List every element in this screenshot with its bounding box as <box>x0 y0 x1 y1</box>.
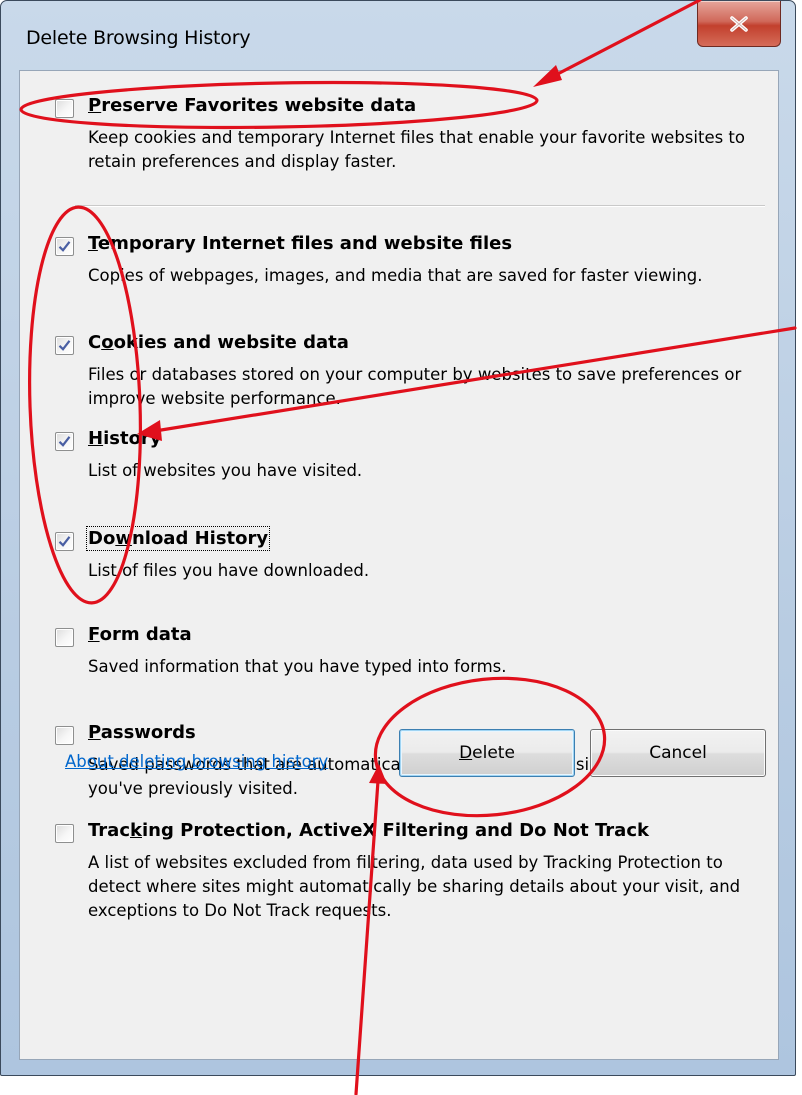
checkmark-icon <box>58 436 71 447</box>
delete-browsing-history-dialog: Delete Browsing History Preserve Favorit… <box>0 0 796 1076</box>
temporary-internet-files-label[interactable]: Temporary Internet files and website fil… <box>88 233 512 254</box>
preserve-favorites-checkbox[interactable] <box>55 99 74 118</box>
cancel-button[interactable]: Cancel <box>590 729 766 777</box>
preserve-favorites-description: Keep cookies and temporary Internet file… <box>88 128 745 171</box>
passwords-checkbox[interactable] <box>55 726 74 745</box>
temporary-internet-files-checkbox[interactable] <box>55 237 74 256</box>
tracking-protection-label[interactable]: Tracking Protection, ActiveX Filtering a… <box>88 820 649 841</box>
download-history-checkbox[interactable] <box>55 532 74 551</box>
temporary-internet-files-description: Copies of webpages, images, and media th… <box>88 266 703 285</box>
dialog-content: Preserve Favorites website data Keep coo… <box>19 70 779 1060</box>
download-history-description: List of files you have downloaded. <box>88 561 370 580</box>
delete-button-label: Delete <box>459 743 515 763</box>
cancel-button-label: Cancel <box>649 743 707 763</box>
dialog-title: Delete Browsing History <box>26 27 251 49</box>
cookies-label[interactable]: Cookies and website data <box>88 332 349 353</box>
download-history-label[interactable]: Download History <box>85 526 271 551</box>
preserve-favorites-label[interactable]: Preserve Favorites website data <box>88 95 416 116</box>
history-label[interactable]: History <box>88 428 162 449</box>
form-data-checkbox[interactable] <box>55 628 74 647</box>
cookies-checkbox[interactable] <box>55 336 74 355</box>
close-icon <box>730 15 748 32</box>
checkmark-icon <box>58 340 71 351</box>
form-data-label[interactable]: Form data <box>88 624 192 645</box>
history-checkbox[interactable] <box>55 432 74 451</box>
delete-button[interactable]: Delete <box>399 729 575 777</box>
about-deleting-history-link[interactable]: About deleting browsing history <box>65 752 328 771</box>
tracking-protection-checkbox[interactable] <box>55 824 74 843</box>
form-data-description: Saved information that you have typed in… <box>88 657 507 676</box>
checkmark-icon <box>58 241 71 252</box>
separator <box>75 205 765 207</box>
passwords-label[interactable]: Passwords <box>88 722 196 743</box>
title-bar[interactable]: Delete Browsing History <box>1 1 795 71</box>
history-description: List of websites you have visited. <box>88 461 363 480</box>
tracking-protection-description: A list of websites excluded from filteri… <box>88 853 741 920</box>
close-button[interactable] <box>697 1 781 47</box>
cookies-description: Files or databases stored on your comput… <box>88 365 742 408</box>
checkmark-icon <box>58 536 71 547</box>
